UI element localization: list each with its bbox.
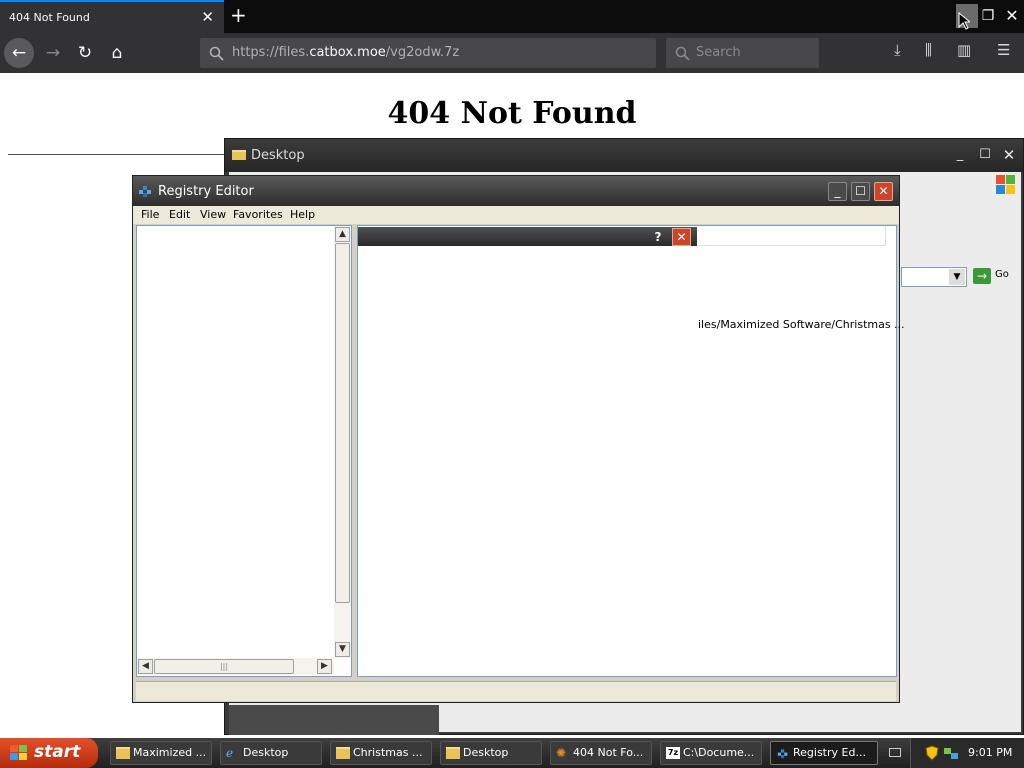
taskbar-item[interactable]: Christmas ... <box>330 741 432 765</box>
go-arrow-icon[interactable]: → <box>973 268 991 284</box>
taskbar-item[interactable]: 7z C:\Docume... <box>660 741 762 765</box>
tab-close-icon[interactable]: ✕ <box>201 8 214 26</box>
taskbar-item-label: Desktop <box>243 746 289 759</box>
registry-window-title: Registry Editor <box>158 184 254 199</box>
menu-icon[interactable]: ☰ <box>997 41 1010 59</box>
registry-editor-window: Registry Editor _ ☐ ✕ File Edit View Fav… <box>132 175 905 703</box>
close-button[interactable]: ✕ <box>874 182 893 201</box>
registry-title-bar[interactable]: Registry Editor _ ☐ ✕ <box>133 176 899 206</box>
help-button[interactable]: ? <box>651 230 665 245</box>
mouse-cursor-icon <box>958 12 970 30</box>
column-header <box>698 226 886 246</box>
library-icon[interactable]: ⫼ <box>925 41 932 59</box>
path-text: iles/Maximized Software/Christmas ... <box>698 318 905 331</box>
taskbar-item[interactable]: Registry Ed... <box>770 741 878 765</box>
folder-icon <box>446 747 460 759</box>
desktop-title-bar[interactable]: Desktop _ ☐ ✕ <box>225 139 1023 172</box>
taskbar-item-label: Maximized ... <box>133 746 207 759</box>
value-data-pane[interactable]: ? ✕ iles/Maximized Software/Christmas ..… <box>357 225 905 677</box>
maximize-button[interactable]: ☐ <box>851 182 870 201</box>
restore-button[interactable]: ❐ <box>977 4 999 28</box>
taskbar-item[interactable]: Maximized ... <box>110 741 212 765</box>
browser-toolbar: ← → ↻ ⌂ https://files.catbox.moe/vg2odw.… <box>0 33 1024 73</box>
search-icon <box>675 46 690 61</box>
dialog-title-bar[interactable]: ? ✕ <box>358 227 697 246</box>
regedit-icon <box>139 186 151 197</box>
url-prefix: https://files. <box>232 45 310 60</box>
address-dropdown[interactable]: ▼ <box>901 267 967 287</box>
menu-file[interactable]: File <box>141 208 159 221</box>
desktop-window-title: Desktop <box>251 148 305 163</box>
search-placeholder: Search <box>696 45 741 60</box>
maximize-button[interactable]: ☐ <box>975 146 995 164</box>
network-icon[interactable] <box>943 745 959 761</box>
screen: 404 Not Found ✕ + ❐ ✕ ← → ↻ ⌂ https://fi… <box>0 0 1024 768</box>
browser-tab-bar: 404 Not Found ✕ + ❐ ✕ <box>0 0 1024 33</box>
taskbar: start Maximized ... ℯ Desktop Christmas … <box>0 738 1024 768</box>
chevron-down-icon[interactable]: ▼ <box>949 269 965 285</box>
start-button[interactable]: start <box>0 738 98 768</box>
taskbar-item-label: C:\Docume... <box>683 746 755 759</box>
url-domain: catbox.moe <box>309 45 386 60</box>
scroll-left-icon[interactable]: ◀ <box>138 659 153 674</box>
scrollbar-thumb[interactable]: ||| <box>154 659 294 674</box>
taskbar-item-label: Christmas ... <box>353 746 423 759</box>
keyboard-icon[interactable] <box>889 748 901 757</box>
taskbar-item[interactable]: ℯ Desktop <box>220 741 322 765</box>
browser-tab[interactable]: 404 Not Found ✕ <box>0 0 224 33</box>
folder-icon <box>336 747 350 759</box>
sidebar-icon[interactable]: ▥ <box>957 41 971 59</box>
status-bar <box>136 681 896 701</box>
go-button-label[interactable]: Go <box>995 269 1009 280</box>
regedit-icon <box>777 749 788 759</box>
7zip-icon: 7z <box>666 747 680 759</box>
close-button[interactable]: ✕ <box>999 146 1019 164</box>
minimize-button[interactable]: _ <box>950 146 970 164</box>
menu-edit[interactable]: Edit <box>169 208 190 221</box>
taskbar-item-label: Registry Ed... <box>793 746 866 759</box>
minimize-button[interactable]: _ <box>828 182 847 201</box>
taskbar-item[interactable]: ✺ 404 Not Fo... <box>550 741 652 765</box>
scroll-up-icon[interactable]: ▲ <box>335 227 350 242</box>
menu-bar: File Edit View Favorites Help <box>133 206 899 224</box>
folder-icon <box>232 150 246 160</box>
windows-logo-icon <box>10 745 28 761</box>
security-shield-icon[interactable] <box>925 745 939 761</box>
url-path: /vg2odw.7z <box>385 45 460 60</box>
scroll-right-icon[interactable]: ▶ <box>317 659 332 674</box>
back-button[interactable]: ← <box>4 38 34 68</box>
taskbar-item[interactable]: Desktop <box>440 741 542 765</box>
tab-title: 404 Not Found <box>9 11 90 24</box>
home-button[interactable]: ⌂ <box>102 38 132 68</box>
start-label: start <box>34 742 81 762</box>
page-heading: 404 Not Found <box>387 96 637 131</box>
scroll-down-icon[interactable]: ▼ <box>335 642 350 657</box>
windows-logo-icon <box>995 174 1015 194</box>
menu-help[interactable]: Help <box>290 208 315 221</box>
new-tab-icon[interactable]: + <box>230 4 247 26</box>
taskbar-item-label: 404 Not Fo... <box>573 746 644 759</box>
vertical-scrollbar[interactable]: ▲ ▼ <box>334 226 351 658</box>
reload-button[interactable]: ↻ <box>70 38 100 68</box>
url-bar[interactable]: https://files.catbox.moe/vg2odw.7z <box>200 38 656 68</box>
search-icon <box>209 46 224 61</box>
menu-favorites[interactable]: Favorites <box>233 208 283 221</box>
firefox-icon: ✺ <box>556 746 567 760</box>
search-box[interactable]: Search <box>666 38 819 68</box>
horizontal-rule <box>8 154 228 155</box>
taskbar-item-label: Desktop <box>463 746 509 759</box>
system-tray: 9:01 PM <box>910 738 1024 768</box>
download-icon[interactable]: ⤓ <box>894 41 901 59</box>
menu-view[interactable]: View <box>200 208 226 221</box>
folder-icon <box>116 747 130 759</box>
window-close-button[interactable]: ✕ <box>1001 4 1023 28</box>
dialog-close-button[interactable]: ✕ <box>672 228 691 246</box>
forward-button[interactable]: → <box>38 38 68 68</box>
ie-icon: ℯ <box>226 746 234 760</box>
scrollbar-thumb[interactable] <box>335 243 350 603</box>
horizontal-scrollbar[interactable]: ◀ ||| ▶ <box>137 658 334 675</box>
key-tree-pane[interactable]: ▲ ▼ ◀ ||| ▶ <box>136 225 352 677</box>
clock: 9:01 PM <box>968 746 1013 759</box>
dark-panel <box>229 705 439 735</box>
